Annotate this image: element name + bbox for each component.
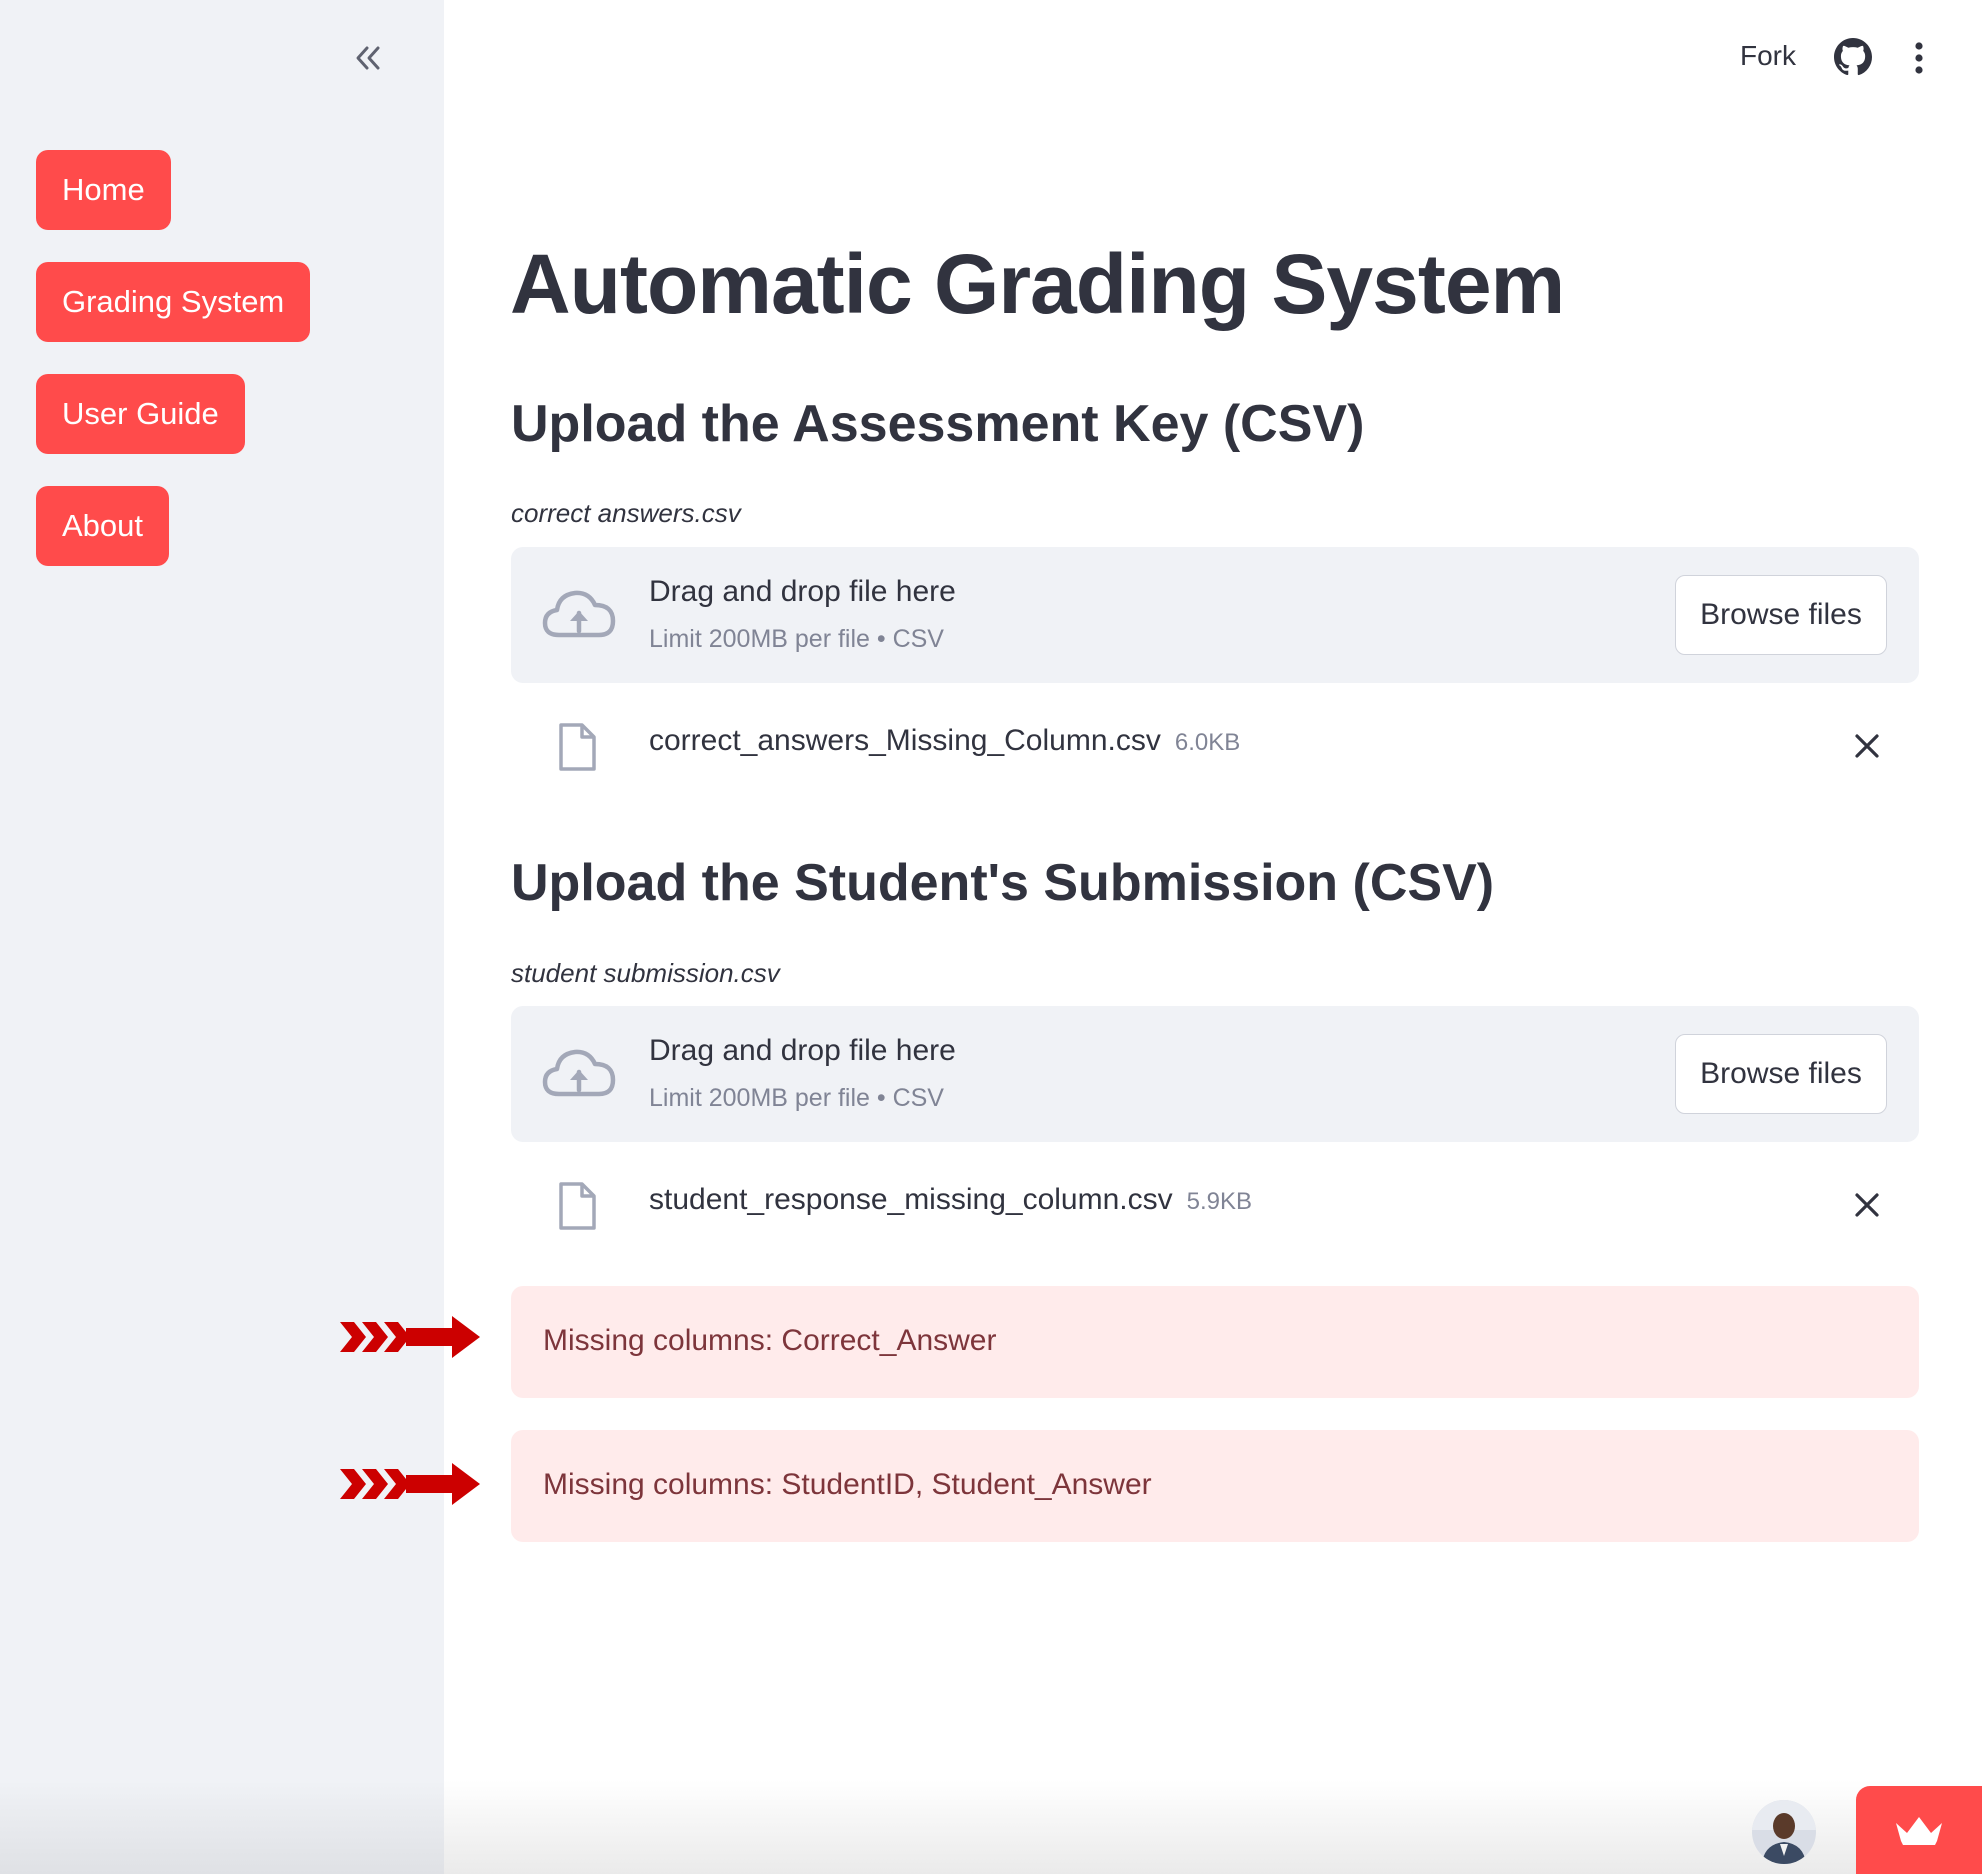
cloud-upload-icon	[542, 1049, 616, 1097]
section-heading-assessment-key: Upload the Assessment Key (CSV)	[511, 395, 1365, 453]
annotation-arrow-icon	[340, 1463, 480, 1505]
nav-button-user-guide[interactable]: User Guide	[36, 374, 245, 454]
uploaded-file-size: 5.9KB	[1186, 1188, 1252, 1215]
dropzone-instructions: Drag and drop file here	[649, 1034, 956, 1067]
uploaded-file-row: student_response_missing_column.csv 5.9KB	[511, 1165, 1919, 1245]
sidebar-bottom-fade	[0, 1780, 444, 1874]
user-avatar-icon	[1752, 1800, 1816, 1864]
close-icon[interactable]	[1851, 1189, 1883, 1221]
nav-button-about[interactable]: About	[36, 486, 170, 566]
github-icon[interactable]	[1834, 38, 1872, 76]
file-dropzone-assessment-key[interactable]: Drag and drop file here Limit 200MB per …	[511, 547, 1919, 683]
section-heading-student-submission: Upload the Student's Submission (CSV)	[511, 854, 1495, 912]
user-avatar[interactable]	[1752, 1800, 1816, 1864]
annotation-arrow-icon	[340, 1316, 480, 1358]
uploader-label-assessment-key: correct answers.csv	[511, 498, 741, 528]
error-message: Missing columns: Correct_Answer	[543, 1324, 997, 1357]
uploaded-file-name: student_response_missing_column.csv	[649, 1183, 1173, 1216]
file-icon	[559, 723, 596, 771]
streamlit-crown-icon	[1896, 1817, 1942, 1845]
error-alert: Missing columns: StudentID, Student_Answ…	[511, 1430, 1919, 1542]
cloud-upload-icon	[542, 590, 616, 638]
dropzone-instructions: Drag and drop file here	[649, 575, 956, 608]
error-message: Missing columns: StudentID, Student_Answ…	[543, 1468, 1152, 1501]
streamlit-badge[interactable]	[1856, 1786, 1982, 1874]
vertical-dots-icon[interactable]	[1906, 38, 1932, 78]
collapse-sidebar-button[interactable]	[346, 38, 390, 78]
page-title: Automatic Grading System	[510, 237, 1565, 331]
browse-files-button[interactable]: Browse files	[1675, 575, 1887, 655]
error-alert: Missing columns: Correct_Answer	[511, 1286, 1919, 1398]
close-icon[interactable]	[1851, 730, 1883, 762]
uploader-label-student-submission: student submission.csv	[511, 958, 780, 988]
nav-button-grading-system[interactable]: Grading System	[36, 262, 311, 342]
dropzone-limits: Limit 200MB per file • CSV	[649, 625, 944, 653]
uploaded-file-name: correct_answers_Missing_Column.csv	[649, 724, 1161, 757]
nav-button-home[interactable]: Home	[36, 150, 171, 230]
browse-files-button[interactable]: Browse files	[1675, 1034, 1887, 1114]
double-chevron-left-icon	[356, 46, 380, 70]
dropzone-limits: Limit 200MB per file • CSV	[649, 1084, 944, 1112]
sidebar: Home Grading System User Guide About	[0, 0, 444, 1874]
fork-link[interactable]: Fork	[1740, 40, 1796, 72]
file-icon	[559, 1182, 596, 1230]
uploaded-file-size: 6.0KB	[1174, 729, 1241, 756]
file-dropzone-student-submission[interactable]: Drag and drop file here Limit 200MB per …	[511, 1006, 1919, 1142]
uploaded-file-row: correct_answers_Missing_Column.csv 6.0KB	[511, 706, 1919, 786]
